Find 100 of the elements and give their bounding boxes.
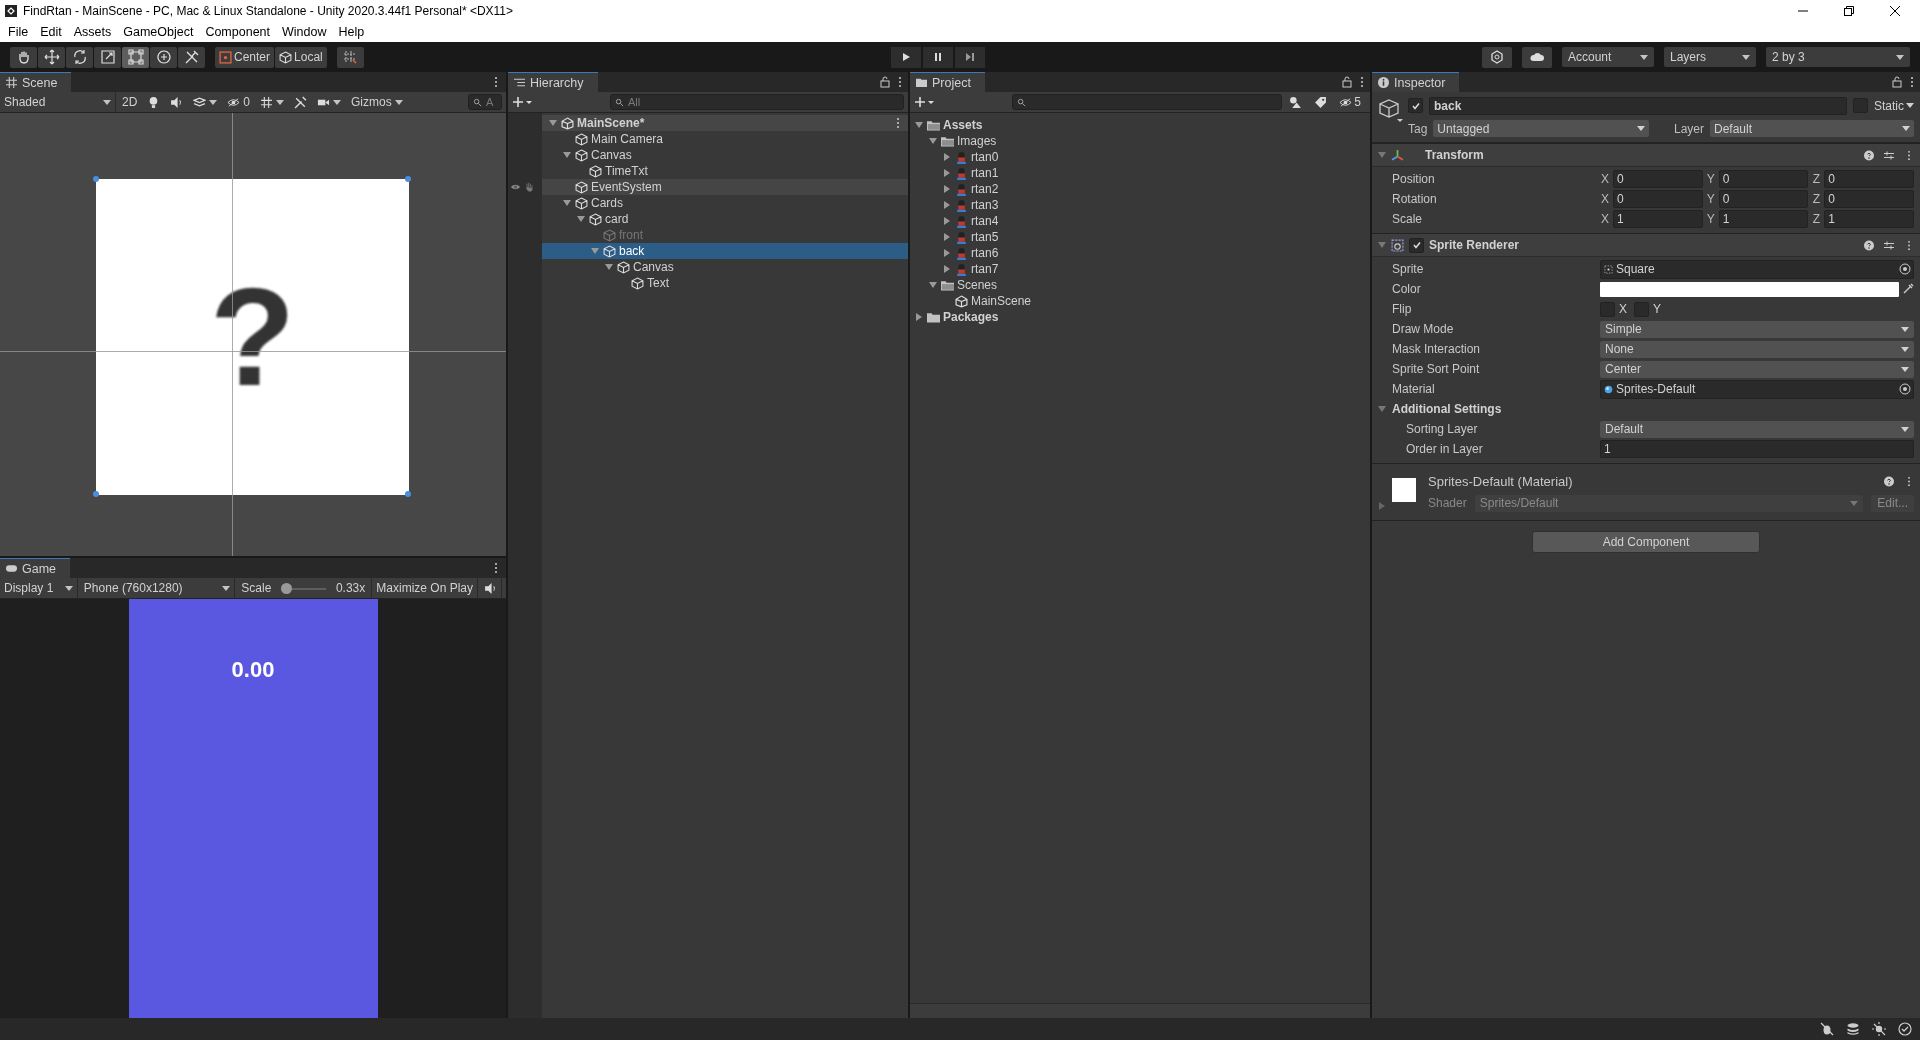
slider-thumb[interactable] <box>281 582 293 594</box>
expand-arrow-icon[interactable] <box>563 199 571 207</box>
space-button[interactable]: Local <box>275 46 327 68</box>
hierarchy-item[interactable]: EventSystem <box>542 179 908 195</box>
number-field[interactable]: 1 <box>1600 440 1914 458</box>
project-item[interactable]: rtan6 <box>910 245 1370 261</box>
component-title[interactable]: Sprite Renderer <box>1429 238 1520 252</box>
dropdown-field[interactable]: Simple <box>1600 320 1914 338</box>
enabled-checkbox[interactable] <box>1409 237 1424 253</box>
presets-icon[interactable] <box>1884 239 1894 251</box>
hierarchy-item[interactable]: Cards <box>542 195 908 211</box>
pivot-button[interactable]: Center <box>215 46 275 68</box>
expand-arrow-icon[interactable] <box>943 265 951 273</box>
expand-arrow-icon[interactable] <box>563 151 571 159</box>
more-options-icon[interactable] <box>494 562 498 574</box>
help-icon[interactable] <box>1864 239 1874 251</box>
cloud-button[interactable] <box>1522 46 1552 68</box>
collapse-arrow-icon[interactable] <box>1378 151 1386 159</box>
object-name-field[interactable]: back <box>1429 96 1847 115</box>
project-item[interactable]: Assets <box>910 117 1370 133</box>
tool-button[interactable] <box>66 46 93 68</box>
handle-dot[interactable] <box>405 176 411 182</box>
handle-dot[interactable] <box>93 176 99 182</box>
hierarchy-item[interactable]: back <box>542 243 908 259</box>
light-crossed-icon[interactable] <box>1872 1022 1886 1036</box>
restore-icon[interactable] <box>1844 5 1854 16</box>
pause-button[interactable] <box>923 46 953 68</box>
dropdown-field[interactable]: Default <box>1600 420 1914 438</box>
project-item[interactable]: rtan1 <box>910 165 1370 181</box>
component-title[interactable]: Transform <box>1425 148 1484 162</box>
expand-arrow-icon[interactable] <box>943 185 951 193</box>
number-field[interactable]: 0 <box>1824 190 1914 208</box>
target-picker-icon[interactable] <box>1899 263 1911 275</box>
expand-arrow-icon[interactable] <box>929 137 937 145</box>
expand-arrow-icon[interactable] <box>943 169 951 177</box>
expand-arrow-icon[interactable] <box>605 263 613 271</box>
step-button[interactable] <box>955 46 985 68</box>
project-item[interactable]: rtan4 <box>910 213 1370 229</box>
hierarchy-item[interactable]: Main Camera <box>542 131 908 147</box>
hierarchy-search-field[interactable]: All <box>610 94 904 110</box>
number-field[interactable]: 0 <box>1718 170 1809 188</box>
lock-icon[interactable] <box>880 76 890 88</box>
game-tab[interactable]: Game <box>0 558 71 578</box>
number-field[interactable]: 0 <box>1613 170 1703 188</box>
hierarchy-item[interactable]: TimeTxt <box>542 163 908 179</box>
color-swatch[interactable] <box>1600 281 1899 297</box>
project-tab[interactable]: Project <box>910 72 985 92</box>
account-dropdown[interactable]: Account <box>1562 47 1654 67</box>
help-icon[interactable] <box>1884 475 1894 487</box>
expand-arrow-icon[interactable] <box>943 249 951 257</box>
object-field[interactable]: Square <box>1600 259 1914 279</box>
number-field[interactable]: 0 <box>1613 190 1703 208</box>
expand-arrow-icon[interactable] <box>915 313 923 321</box>
lock-icon[interactable] <box>1892 76 1902 88</box>
more-options-icon[interactable] <box>896 117 900 129</box>
menu-item[interactable]: File <box>2 24 35 39</box>
project-search-field[interactable] <box>1012 94 1283 110</box>
bug-crossed-icon[interactable] <box>1820 1022 1834 1036</box>
more-options-icon[interactable] <box>494 76 498 88</box>
help-icon[interactable] <box>1864 149 1874 161</box>
play-button[interactable] <box>891 46 921 68</box>
number-field[interactable]: 1 <box>1824 210 1914 228</box>
hierarchy-item[interactable]: Canvas <box>542 147 908 163</box>
section-foldout[interactable]: Additional Settings <box>1378 402 1502 416</box>
more-options-icon[interactable] <box>1360 76 1364 88</box>
scene-tab[interactable]: Scene <box>0 72 72 92</box>
add-component-button[interactable]: Add Component <box>1532 531 1760 553</box>
menu-item[interactable]: Component <box>199 24 276 39</box>
number-field[interactable]: 1 <box>1613 210 1703 228</box>
layers-dropdown[interactable]: Layers <box>1664 47 1756 67</box>
tool-button[interactable] <box>122 46 149 68</box>
scene-search-field[interactable]: A <box>468 94 502 110</box>
project-item[interactable]: rtan5 <box>910 229 1370 245</box>
number-field[interactable]: 0 <box>1718 190 1809 208</box>
expand-arrow-icon[interactable] <box>929 281 937 289</box>
project-item[interactable]: rtan2 <box>910 181 1370 197</box>
more-options-icon[interactable] <box>898 76 902 88</box>
project-item[interactable]: rtan3 <box>910 197 1370 213</box>
hierarchy-tab[interactable]: Hierarchy <box>508 72 598 92</box>
expand-arrow-icon[interactable] <box>577 215 585 223</box>
tool-button[interactable] <box>10 46 37 68</box>
database-icon[interactable] <box>1846 1022 1860 1036</box>
collab-button[interactable] <box>1482 46 1512 68</box>
presets-icon[interactable] <box>1884 149 1894 161</box>
expand-arrow-icon[interactable] <box>943 153 951 161</box>
dropdown-field[interactable]: Center <box>1600 360 1914 378</box>
handle-dot[interactable] <box>93 491 99 497</box>
active-checkbox[interactable] <box>1408 98 1423 113</box>
scale-slider[interactable] <box>281 582 326 594</box>
close-icon[interactable] <box>1890 5 1900 16</box>
number-field[interactable]: 1 <box>1718 210 1809 228</box>
dropdown-field[interactable]: None <box>1600 340 1914 358</box>
expand-arrow-icon[interactable] <box>915 121 923 129</box>
menu-item[interactable]: Edit <box>34 24 68 39</box>
menu-item[interactable]: Assets <box>67 24 118 39</box>
project-item[interactable]: Scenes <box>910 277 1370 293</box>
number-field[interactable]: 0 <box>1824 170 1914 188</box>
expand-arrow-icon[interactable] <box>943 201 951 209</box>
eyedropper-icon[interactable] <box>1902 283 1914 295</box>
expand-arrow-icon[interactable] <box>549 119 557 127</box>
